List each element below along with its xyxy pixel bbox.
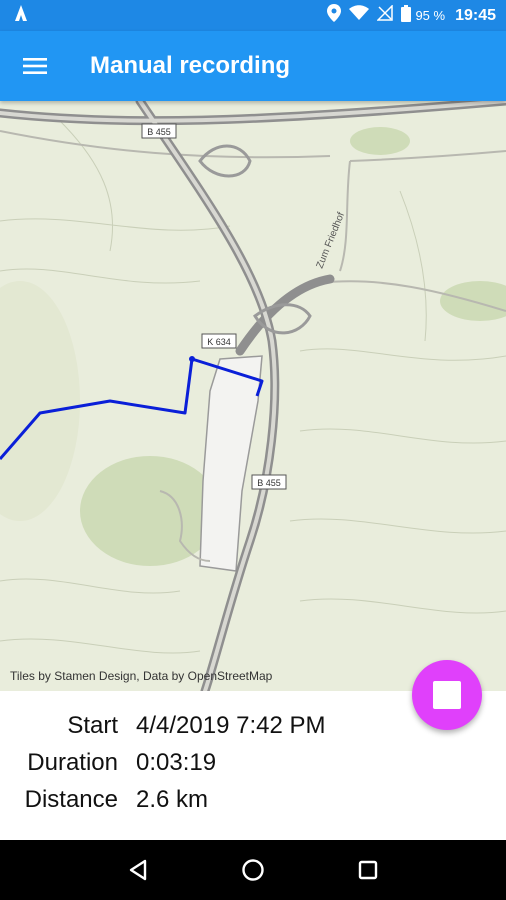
distance-row: Distance 2.6 km [0, 781, 506, 818]
app-notification-icon [12, 4, 30, 27]
stop-icon [433, 681, 461, 709]
road-shield: B 455 [141, 123, 177, 139]
road-shield: K 634 [201, 333, 237, 349]
map-view[interactable]: B 455 K 634 B 455 Zum Friedhof Tiles by … [0, 101, 506, 691]
menu-button[interactable] [0, 31, 70, 101]
location-icon [327, 4, 342, 27]
minor-roads [0, 130, 506, 562]
battery-percent: 95 % [415, 8, 446, 23]
svg-text:K 634: K 634 [207, 337, 231, 347]
status-bar: 95 % 19:45 [0, 0, 506, 31]
forest-area [350, 127, 410, 155]
clock: 19:45 [455, 6, 496, 24]
svg-text:B 455: B 455 [257, 478, 281, 488]
svg-text:B 455: B 455 [147, 127, 171, 137]
map-canvas: B 455 K 634 B 455 Zum Friedhof [0, 101, 506, 691]
recents-icon [359, 860, 378, 880]
hamburger-icon [23, 58, 47, 74]
map-attribution: Tiles by Stamen Design, Data by OpenStre… [10, 669, 273, 683]
duration-row: Duration 0:03:19 [0, 744, 506, 781]
wifi-icon [349, 5, 370, 26]
battery-icon [401, 4, 412, 27]
road-shield: B 455 [251, 474, 287, 490]
relief-area [0, 281, 80, 521]
duration-value: 0:03:19 [136, 748, 217, 776]
home-button[interactable] [233, 850, 273, 890]
system-nav-bar [0, 840, 506, 900]
distance-label: Distance [24, 785, 118, 813]
forest-area [80, 456, 220, 566]
app-bar: Manual recording [0, 31, 506, 101]
track-point [189, 356, 195, 362]
start-label: Start [67, 711, 118, 739]
duration-label: Duration [27, 748, 118, 776]
distance-value: 2.6 km [136, 785, 209, 813]
stop-recording-button[interactable] [412, 660, 482, 730]
no-signal-icon [376, 4, 394, 26]
back-button[interactable] [118, 850, 158, 890]
home-icon [242, 859, 264, 881]
start-value: 4/4/2019 7:42 PM [136, 711, 326, 739]
interchange-ramp [198, 144, 252, 178]
back-icon [129, 859, 146, 881]
recents-button[interactable] [348, 850, 388, 890]
page-title: Manual recording [90, 52, 291, 79]
